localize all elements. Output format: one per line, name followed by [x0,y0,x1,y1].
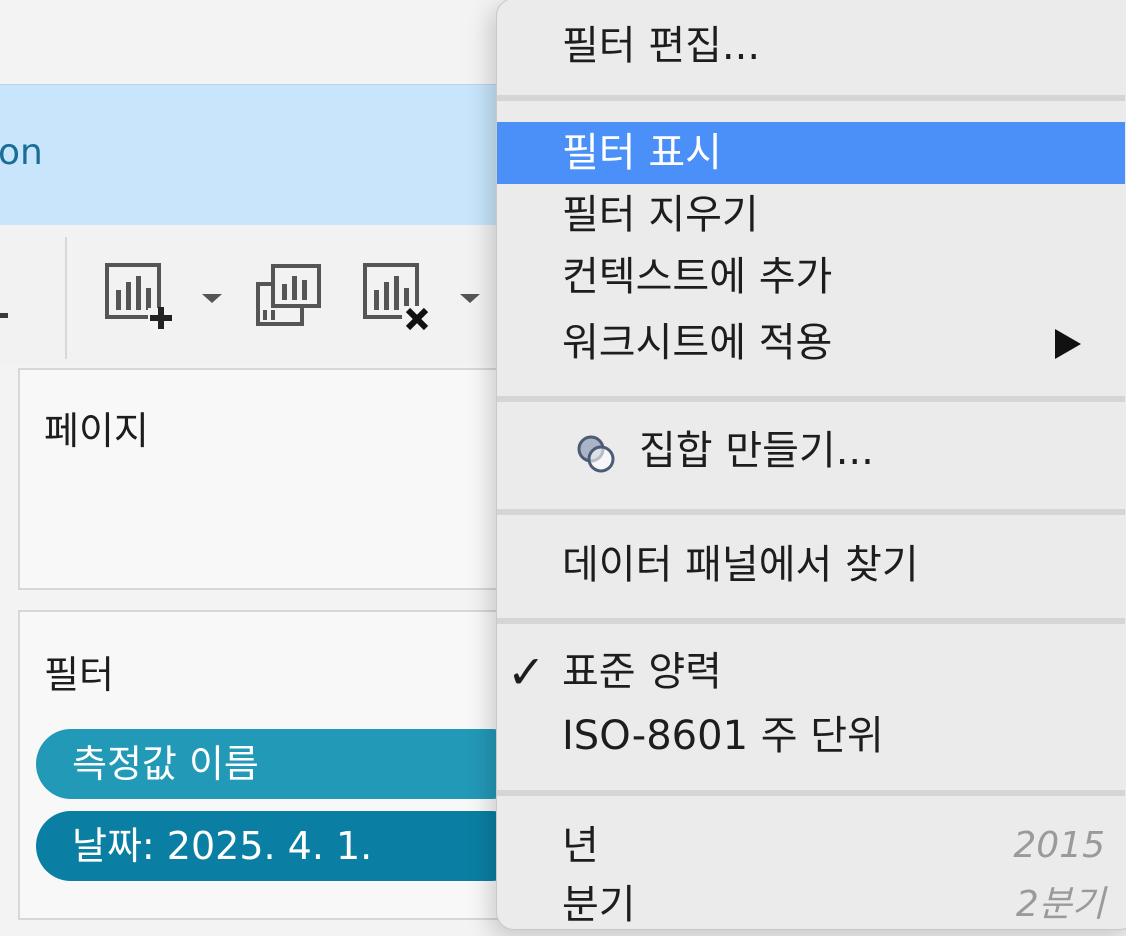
filter-pill-date[interactable]: 날짜: 2025. 4. 1. [36,811,526,881]
toolbar-divider [65,237,67,359]
menu-item-label: 필터 편집... [562,23,761,69]
menu-item-apply-to-worksheets[interactable]: 워크시트에 적용 [497,312,1125,374]
menu-item-label: 필터 지우기 [562,192,759,238]
banner-text: on [0,132,43,173]
year-example-value: 2015 [1013,825,1105,866]
menu-separator [497,95,1125,101]
menu-item-clear-filter[interactable]: 필터 지우기 [497,184,1125,246]
menu-item-label: 컨텍스트에 추가 [562,254,833,300]
menu-item-year[interactable]: 년 2015 [497,815,1125,877]
menu-item-label: 년 [562,823,599,869]
menu-item-iso-week[interactable]: ISO-8601 주 단위 [497,705,1125,767]
menu-separator [497,396,1125,402]
menu-item-label: 표준 양력 [562,649,722,695]
menu-item-label: 분기 [562,882,636,928]
checkmark-icon: ✓ [507,645,546,699]
menu-item-label: ISO-8601 주 단위 [562,713,884,759]
menu-item-create-set[interactable]: 집합 만들기... [497,420,1125,482]
info-banner [0,84,520,226]
pages-title: 페이지 [44,409,149,453]
menu-item-label: 워크시트에 적용 [562,320,833,366]
pages-card[interactable]: 페이지 [18,368,518,590]
quarter-example-value: 2분기 [1015,884,1105,925]
clear-chart-dropdown-icon[interactable] [460,294,480,303]
menu-item-add-to-context[interactable]: 컨텍스트에 추가 [497,246,1125,308]
add-chart-icon[interactable] [104,262,174,332]
menu-separator [497,509,1125,515]
menu-item-label: 필터 표시 [562,130,722,176]
menu-item-label: 데이터 패널에서 찾기 [562,542,919,588]
menu-item-find-in-data-pane[interactable]: 데이터 패널에서 찾기 [497,534,1125,596]
filter-pill-measure-names[interactable]: 측정값 이름 [36,729,526,799]
submenu-arrow-icon [1055,329,1081,359]
context-menu: 필터 편집... 필터 표시 필터 지우기 컨텍스트에 추가 워크시트에 적용 … [496,0,1126,930]
filters-title: 필터 [44,653,114,697]
menu-item-quarter[interactable]: 분기 2분기 [497,874,1125,936]
add-chart-dropdown-icon[interactable] [202,294,222,303]
menu-separator [497,618,1125,624]
set-icon [577,435,615,473]
duplicate-chart-icon[interactable] [255,262,325,332]
menu-item-edit-filter[interactable]: 필터 편집... [497,15,1125,77]
menu-separator [497,790,1125,796]
clear-chart-icon[interactable] [362,262,432,332]
menu-item-show-filter[interactable]: 필터 표시 [497,122,1125,184]
menu-item-standard-calendar[interactable]: ✓ 표준 양력 [497,641,1125,703]
toolbar-partial-icon [0,313,8,318]
menu-item-label: 집합 만들기... [639,428,874,474]
